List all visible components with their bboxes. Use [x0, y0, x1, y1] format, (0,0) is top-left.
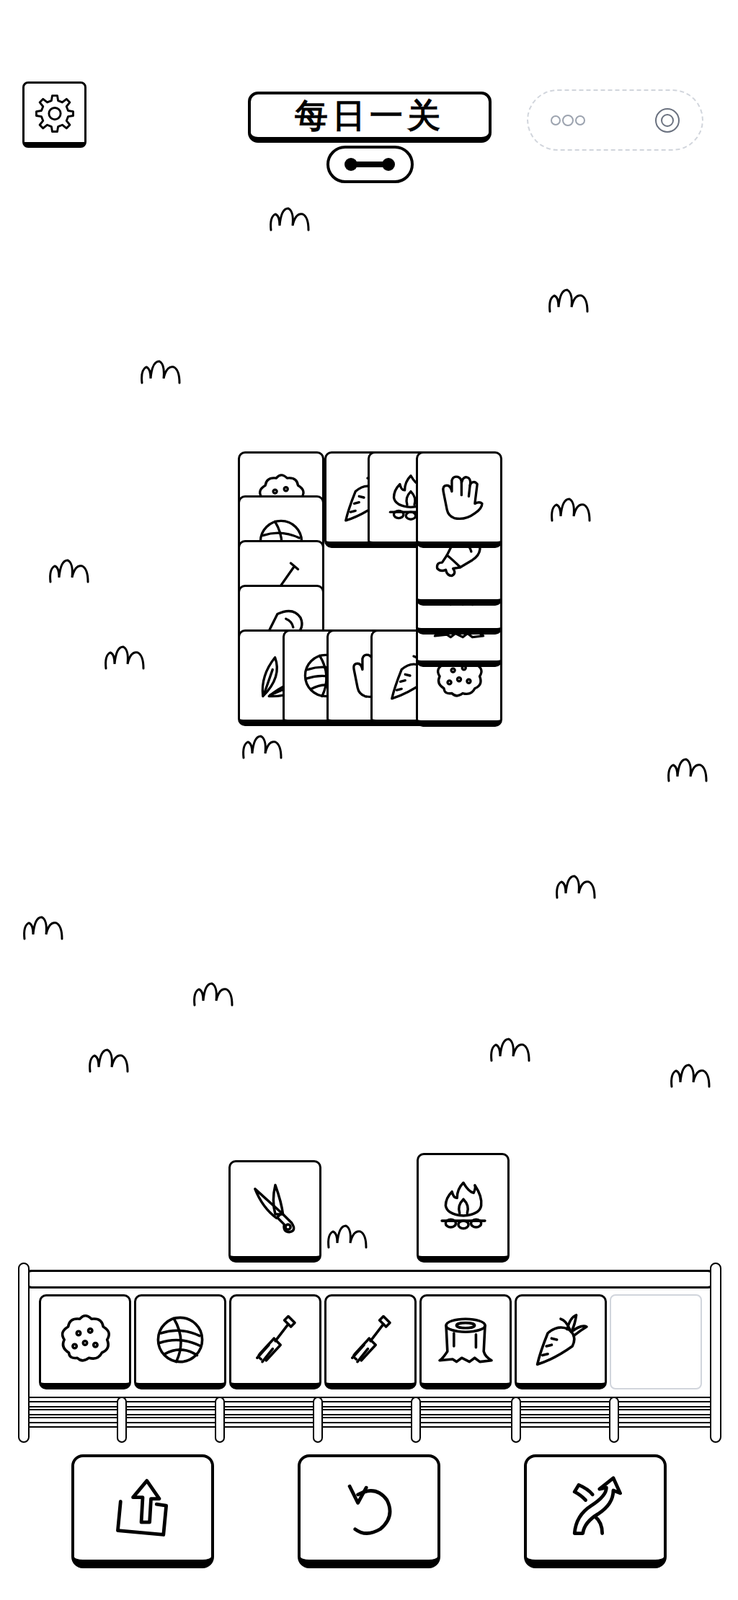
fence-post: [608, 1396, 620, 1443]
fire-icon: [431, 1173, 496, 1237]
grass-icon: [101, 642, 153, 671]
glove-icon: [428, 467, 490, 528]
grass-icon: [85, 1045, 137, 1074]
board-tile[interactable]: [415, 451, 503, 548]
undo-icon: [334, 1473, 404, 1543]
shuffle-button[interactable]: [523, 1453, 667, 1568]
yarn-icon: [147, 1306, 213, 1372]
gear-icon: [33, 92, 76, 135]
grass-icon: [545, 285, 597, 315]
scissors-icon: [243, 1176, 308, 1241]
fence-post: [214, 1396, 225, 1443]
bush-icon: [52, 1306, 118, 1372]
tray-slot: [514, 1293, 607, 1389]
grass-icon: [324, 1220, 375, 1250]
grass-icon: [667, 1060, 718, 1089]
grass-icon: [664, 754, 715, 784]
pending-tile[interactable]: [228, 1159, 322, 1262]
close-icon: [652, 105, 682, 135]
move-out-button[interactable]: [71, 1453, 215, 1568]
board: [237, 451, 505, 729]
menu-capsule[interactable]: [526, 89, 704, 151]
more-icon: [548, 113, 588, 128]
grass-icon: [487, 1034, 538, 1064]
link-icon: [340, 153, 399, 176]
grass-icon: [46, 555, 97, 585]
fence-post: [410, 1396, 421, 1443]
grass-icon: [552, 871, 604, 901]
fork-icon: [338, 1306, 403, 1372]
fork-icon: [242, 1306, 308, 1372]
title-banner: 每日一关: [247, 91, 492, 143]
pending-row: [0, 1152, 738, 1262]
tray-slot-empty: [609, 1293, 702, 1389]
title-block: 每日一关: [247, 91, 492, 184]
fence-post: [510, 1396, 522, 1443]
tray-top-rail: [22, 1269, 718, 1288]
tray: [18, 1261, 722, 1446]
fence-post: [312, 1396, 323, 1443]
level-pill: [326, 145, 414, 184]
settings-button[interactable]: [22, 81, 87, 148]
tray-slot: [134, 1293, 227, 1389]
header: 每日一关: [0, 0, 738, 184]
tray-slot: [419, 1293, 512, 1389]
carrot-icon: [528, 1306, 594, 1372]
move-out-icon: [108, 1473, 178, 1543]
grass-icon: [547, 494, 599, 524]
tray-slots: [18, 1287, 722, 1391]
grass-icon: [20, 912, 71, 942]
pending-tile[interactable]: [416, 1152, 510, 1262]
game-screen: 每日一关: [0, 0, 738, 1600]
grass-icon: [137, 356, 189, 386]
tray-slot: [229, 1293, 322, 1389]
grass-icon: [266, 203, 318, 233]
shuffle-icon: [560, 1473, 630, 1543]
stump-icon: [433, 1306, 499, 1372]
tray-slot: [324, 1293, 417, 1389]
grass-icon: [239, 731, 290, 761]
title: 每日一关: [294, 95, 445, 137]
fence-post: [709, 1261, 722, 1443]
undo-button[interactable]: [297, 1453, 441, 1568]
grass-icon: [190, 978, 241, 1008]
tray-slot: [38, 1293, 132, 1389]
fence-post: [18, 1261, 30, 1443]
tool-row: [0, 1453, 738, 1568]
fence-post: [116, 1396, 127, 1443]
